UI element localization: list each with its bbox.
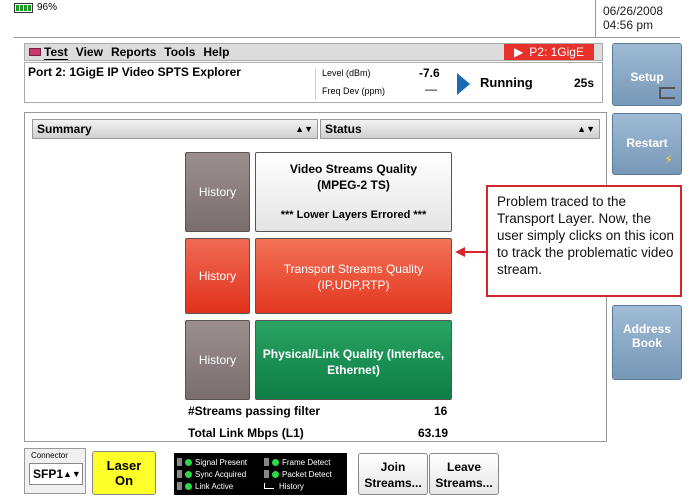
- status-bar: 96% 06/26/2008 04:56 pm: [14, 0, 680, 38]
- view-selectors: Summary ▲▼ Status ▲▼: [32, 119, 600, 139]
- battery-icon: [14, 2, 33, 13]
- led-icon: [272, 470, 279, 478]
- port-badge-label: P2: 1GigE: [529, 45, 584, 59]
- led-icon: [272, 458, 279, 466]
- connector-group: Connector SFP1 ▲▼: [24, 448, 86, 494]
- streams-passing-value: 16: [434, 404, 448, 418]
- menu-help[interactable]: Help: [199, 45, 233, 59]
- total-link-label: Total Link Mbps (L1): [188, 426, 304, 440]
- battery-indicator: 96%: [14, 2, 57, 13]
- total-link-value: 63.19: [418, 426, 449, 440]
- running-arrow-icon: [457, 73, 470, 95]
- summary-select[interactable]: Summary ▲▼: [32, 119, 318, 139]
- menu-reports[interactable]: Reports: [107, 45, 160, 59]
- transport-quality-subtitle: (IP,UDP,RTP): [317, 278, 390, 292]
- level-value: -7.6: [419, 66, 440, 80]
- led-icon: [185, 470, 192, 478]
- info-bar: Port 2: 1GigE IP Video SPTS Explorer Lev…: [24, 62, 603, 103]
- menu-test[interactable]: Test: [25, 45, 72, 60]
- setup-label: Setup: [630, 70, 664, 84]
- transport-quality-title: Transport Streams Quality: [283, 262, 424, 276]
- physical-quality-title: Physical/Link Quality: [262, 347, 384, 361]
- port-badge[interactable]: ▶ P2: 1GigE: [504, 44, 594, 60]
- connector-select[interactable]: SFP1 ▲▼: [29, 463, 83, 485]
- video-streams-quality-button[interactable]: Video Streams Quality (MPEG-2 TS) *** Lo…: [255, 152, 452, 232]
- menu-bar: Test View Reports Tools Help ▶ P2: 1GigE: [24, 43, 603, 61]
- setup-button[interactable]: Setup: [612, 43, 682, 106]
- time-text: 04:56 pm: [603, 18, 654, 32]
- run-time: 25s: [573, 76, 594, 90]
- menu-view[interactable]: View: [72, 45, 107, 59]
- menu-tools[interactable]: Tools: [160, 45, 199, 59]
- led-column-right: Frame Detect Packet Detect History: [264, 456, 332, 492]
- lightning-icon: ⚡: [663, 152, 673, 167]
- led-packet-detect: Packet Detect: [264, 468, 332, 480]
- led-frame-detect: Frame Detect: [264, 456, 332, 468]
- restart-label: Restart: [626, 136, 668, 150]
- level-label: Level (dBm): [322, 68, 371, 78]
- date-text: 06/26/2008: [603, 4, 664, 18]
- summary-select-value: Summary: [37, 122, 92, 136]
- transport-history-button[interactable]: History: [185, 238, 250, 314]
- play-arrow-icon: ▶: [514, 45, 524, 59]
- laser-toggle-button[interactable]: Laser On: [92, 451, 156, 495]
- video-history-button[interactable]: History: [185, 152, 250, 232]
- connector-label: Connector: [31, 451, 68, 460]
- physical-link-quality-button[interactable]: Physical/Link Quality (Interface, Ethern…: [255, 320, 452, 400]
- bottom-bar: Connector SFP1 ▲▼ Laser On Signal Presen…: [24, 448, 680, 498]
- freq-dev-label: Freq Dev (ppm): [322, 86, 386, 96]
- datetime-display: 06/26/2008 04:56 pm: [595, 0, 680, 38]
- leave-streams-button[interactable]: Leave Streams...: [429, 453, 499, 495]
- led-icon: [185, 458, 192, 466]
- led-status-panel: Signal Present Sync Acquired Link Active…: [174, 453, 347, 495]
- led-icon: [185, 482, 192, 490]
- callout-arrow-icon: [455, 247, 487, 257]
- info-divider: [315, 69, 316, 99]
- address-book-button[interactable]: Address Book: [612, 305, 682, 380]
- physical-history-button[interactable]: History: [185, 320, 250, 400]
- updown-arrows-icon: ▲▼: [63, 469, 81, 479]
- run-status: Running: [480, 75, 533, 90]
- join-streams-button[interactable]: Join Streams...: [358, 453, 428, 495]
- laser-state: On: [114, 473, 134, 488]
- annotation-callout: Problem traced to the Transport Layer. N…: [486, 185, 682, 297]
- laser-label: Laser: [106, 458, 142, 473]
- video-quality-error: *** Lower Layers Errored ***: [280, 209, 427, 221]
- led-link-active: Link Active: [177, 480, 247, 492]
- connector-value: SFP1: [33, 467, 64, 481]
- led-signal-present: Signal Present: [177, 456, 247, 468]
- updown-arrows-icon: ▲▼: [577, 124, 595, 134]
- setup-icon: [659, 87, 675, 99]
- test-tab-icon: [29, 48, 41, 56]
- status-select[interactable]: Status ▲▼: [320, 119, 600, 139]
- test-title: Port 2: 1GigE IP Video SPTS Explorer: [28, 65, 241, 79]
- battery-percent: 96%: [37, 2, 58, 13]
- updown-arrows-icon: ▲▼: [295, 124, 313, 134]
- address-book-label: Address Book: [622, 322, 672, 350]
- transport-streams-quality-button[interactable]: Transport Streams Quality (IP,UDP,RTP): [255, 238, 452, 314]
- status-select-value: Status: [325, 122, 362, 136]
- led-column-left: Signal Present Sync Acquired Link Active: [177, 456, 247, 492]
- freq-dev-value: —: [425, 82, 437, 96]
- led-sync-acquired: Sync Acquired: [177, 468, 247, 480]
- video-quality-subtitle: (MPEG-2 TS): [317, 178, 390, 192]
- video-quality-title: Video Streams Quality: [289, 162, 418, 176]
- restart-button[interactable]: Restart ⚡: [612, 113, 682, 175]
- streams-passing-label: #Streams passing filter: [188, 404, 321, 418]
- led-history-legend: History: [264, 480, 332, 492]
- history-line-icon: [264, 483, 274, 489]
